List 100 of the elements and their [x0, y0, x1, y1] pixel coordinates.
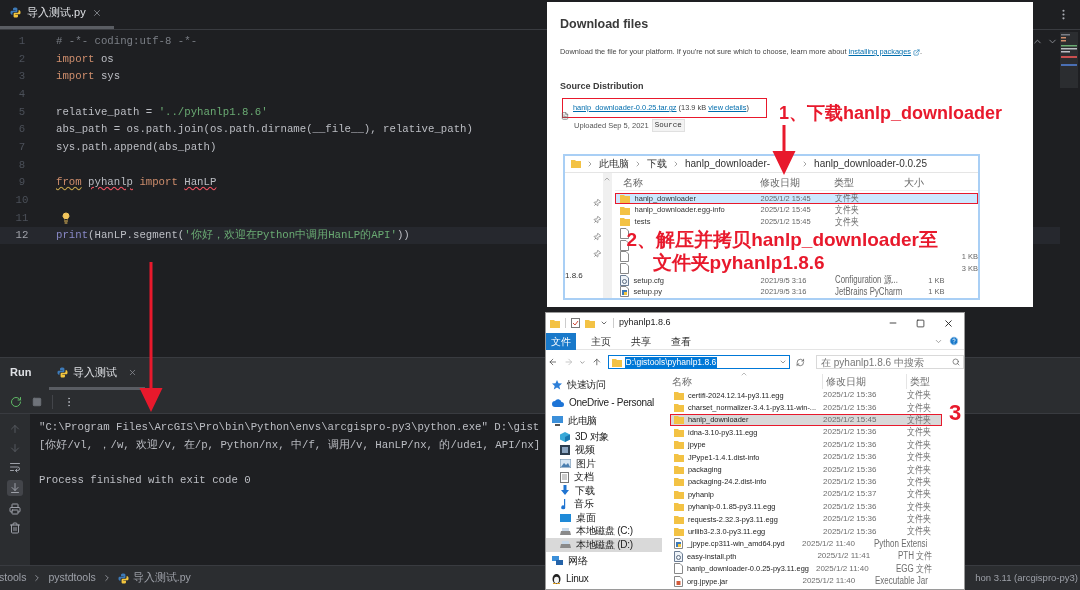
folder-name: 1.8.6: [565, 269, 584, 282]
editor-tab[interactable]: 导入测试.py: [0, 0, 114, 29]
navigation-item[interactable]: 图片: [546, 457, 662, 471]
navigation-item[interactable]: 此电脑: [546, 412, 662, 430]
modified-date: 2025/1/2 15:36: [823, 426, 878, 439]
navigation-item[interactable]: 音乐: [546, 497, 662, 511]
console-line: "C:\Program Files\ArcGIS\Pro\bin\Python\envs\arcgispro-py3\python.exe" D:\gist: [39, 420, 540, 435]
pin-icon[interactable]: [591, 213, 603, 226]
breadcrumb-item[interactable]: 下载: [647, 158, 667, 169]
modified-date: 2025/1/2 15:36: [823, 451, 878, 464]
trash-icon[interactable]: [9, 522, 21, 534]
soft-wrap-icon[interactable]: [9, 461, 21, 473]
file-icon: [619, 239, 629, 251]
breadcrumb-item[interactable]: hanlp_downloader-0.0.25: [814, 158, 927, 169]
print-icon[interactable]: [9, 503, 21, 515]
navigation-item[interactable]: OneDrive - Personal: [546, 394, 662, 412]
breadcrumb-item[interactable]: 导入测试.py: [132, 570, 191, 586]
stop-icon[interactable]: [32, 396, 42, 407]
file-type-icon: [10, 7, 21, 18]
ribbon-tab[interactable]: 文件: [546, 332, 576, 350]
pin-icon[interactable]: [591, 247, 603, 260]
checkbox-icon[interactable]: [571, 318, 580, 328]
breadcrumb-item[interactable]: 此电脑: [599, 158, 629, 169]
breadcrumb-item[interactable]: hanlp_downloader-: [685, 158, 771, 169]
file-type: PTH 文件: [898, 551, 933, 562]
file-type: Python Extensi: [874, 538, 928, 549]
file-type: 文件夹: [907, 464, 931, 475]
help-icon[interactable]: [949, 336, 959, 346]
column-header[interactable]: 名称: [670, 374, 822, 389]
search-field[interactable]: 在 pyhanlp1.8.6 中搜索: [816, 355, 964, 369]
breadcrumb-item[interactable]: pystdtools: [48, 570, 96, 586]
file-type: 文件夹: [907, 390, 931, 401]
column-header[interactable]: 修改日期: [759, 174, 834, 190]
navigation-item[interactable]: 快速访问: [546, 376, 662, 394]
minimap-drawing[interactable]: [1060, 32, 1078, 88]
ribbon-tab[interactable]: 查看: [666, 332, 696, 350]
navigation-item[interactable]: 本地磁盘 (D:): [546, 538, 662, 552]
file-icon: [561, 111, 569, 120]
interpreter-label[interactable]: hon 3.11 (arcgispro-py3): [975, 570, 1078, 586]
navigation-item[interactable]: 桌面: [546, 511, 662, 525]
navigation-item[interactable]: 文档: [546, 470, 662, 484]
modified-date: 2025/1/2 15:37: [823, 488, 878, 501]
navigation-item[interactable]: 3D 对象: [546, 430, 662, 444]
code-line: import os: [56, 51, 114, 67]
code-line: import sys: [56, 69, 121, 85]
pin-icon[interactable]: [591, 230, 603, 243]
file-icon: [674, 563, 683, 575]
settings-file-icon: [619, 274, 629, 286]
navigation-item[interactable]: 本地磁盘 (C:): [546, 524, 662, 538]
file-icon: [619, 263, 629, 275]
file-type: EGG 文件: [896, 563, 932, 574]
file-type: 文件夹: [907, 402, 931, 413]
up-icon[interactable]: [591, 357, 602, 367]
ribbon-tab[interactable]: 主页: [586, 332, 616, 350]
close-icon[interactable]: [943, 317, 954, 329]
code-line: from pyhanlp import HanLP: [56, 175, 217, 191]
address-field[interactable]: D:\gistools\pyhanlp1.8.6: [607, 355, 791, 369]
column-header[interactable]: 类型: [833, 174, 904, 190]
code-line: relative_path = '../pyhanlp1.8.6': [56, 104, 268, 120]
dropdown-icon[interactable]: [600, 319, 608, 327]
rerun-icon[interactable]: [10, 395, 22, 408]
file-type-icon: [117, 572, 129, 584]
ribbon-tab[interactable]: 共享: [626, 332, 656, 350]
scroll-to-end-icon[interactable]: [7, 480, 23, 496]
maximize-icon[interactable]: [916, 318, 925, 328]
modified-date: 2025/1/2 11:41: [817, 550, 872, 563]
modified-date: 2025/1/2 15:36: [823, 389, 878, 402]
modified-date: 2025/1/2 11:40: [802, 537, 856, 550]
modified-date: 2025/1/2 15:36: [823, 401, 878, 414]
drive-icon: [560, 527, 571, 535]
column-header[interactable]: 修改日期: [822, 374, 906, 389]
window-title: pyhanlp1.8.6: [619, 316, 671, 330]
modified-date: 2025/1/2 15:36: [823, 463, 878, 476]
panel-title: Run: [10, 364, 32, 380]
refresh-icon[interactable]: [796, 357, 805, 367]
network-icon: [552, 555, 563, 566]
file-type: 文件夹: [907, 476, 931, 487]
search-icon[interactable]: [952, 358, 960, 366]
settings-file-icon: [674, 550, 683, 562]
folder-icon: [585, 318, 595, 328]
back-icon[interactable]: [548, 357, 558, 367]
monitor-icon: [552, 416, 563, 426]
annotation-text: 文件夹pyhanlp1.8.6: [652, 253, 825, 273]
column-header[interactable]: 类型: [906, 374, 964, 389]
lightbulb-icon[interactable]: [60, 211, 72, 224]
breadcrumb-item[interactable]: stools: [0, 570, 27, 586]
navigation-item[interactable]: 视频: [546, 443, 662, 457]
column-header[interactable]: 名称: [614, 174, 760, 190]
pin-icon[interactable]: [591, 196, 603, 209]
dropdown-icon[interactable]: [779, 358, 788, 366]
folder-icon: [611, 357, 622, 367]
navigation-item[interactable]: 下载: [546, 484, 662, 498]
annotation-text: 2、解压并拷贝hanlp_downloader至: [626, 229, 938, 249]
file-type: 文件夹: [834, 193, 858, 204]
column-header[interactable]: 大小: [903, 174, 944, 190]
navigation-item[interactable]: Linux: [546, 569, 662, 588]
python-file-icon: [674, 538, 683, 550]
file-type: 文件夹: [907, 501, 931, 512]
film-icon: [560, 445, 570, 456]
navigation-item[interactable]: 网络: [546, 551, 662, 570]
